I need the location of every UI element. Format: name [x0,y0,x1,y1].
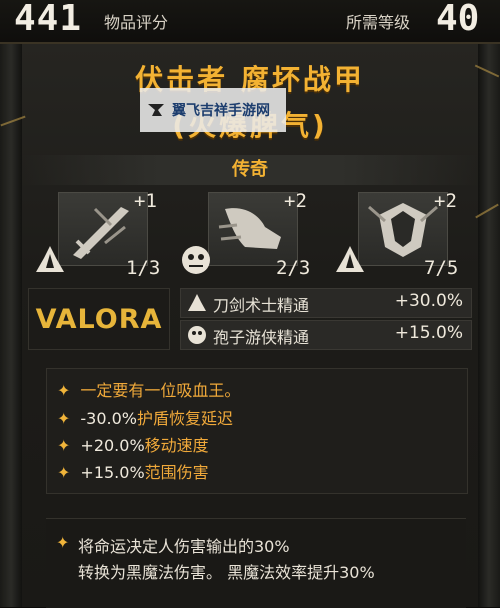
description-box: ✦ 将命运决定人伤害输出的30% 转换为黑魔法伤害。 黑魔法效率提升30% [46,518,466,608]
mastery-value: +30.0% [394,291,463,311]
stat-text: 移动速度 [144,436,209,455]
description-line-2: 转换为黑魔法伤害。 黑魔法效率提升30% [78,563,375,582]
stat-line: ✦ 一定要有一位吸血王。 [57,377,240,401]
star-bullet-icon: ✦ [57,409,71,428]
stat-text: 范围伤害 [144,463,209,482]
watermark: 翼飞吉祥手游网 [140,88,286,132]
blade-class-icon [188,294,206,311]
item-rarity: 传奇 [232,159,268,180]
watermark-text: 翼飞吉祥手游网 [172,103,270,119]
set-slot-1-bonus: +1 [134,190,157,212]
required-level: 40 [436,0,480,39]
mastery-row: 孢子游侠精通 +15.0% [180,320,472,350]
stat-text: 护盾恢复延迟 [137,409,234,428]
mastery-name: 孢子游侠精通 [213,328,310,347]
star-bullet-icon: ✦ [57,436,71,455]
description-line-1: 将命运决定人伤害输出的30% [78,537,290,556]
star-bullet-icon: ✦ [57,381,71,400]
brand-logo: VALORA [35,303,163,335]
item-score-label: 物品评分 [104,13,169,32]
sword-skill-icon [73,207,129,259]
rarity-band: 传奇 [22,155,478,185]
item-score: 441 [14,0,83,39]
set-slot-2-progress: 2/3 [276,257,311,279]
stat-text: 一定要有一位吸血王。 [80,381,241,400]
spore-class-icon [182,246,210,274]
set-slot-1-progress: 1/3 [126,257,161,279]
spore-class-icon [188,326,206,344]
dash-boot-skill-icon [218,208,281,249]
star-bullet-icon: ✦ [56,533,70,552]
shield-burst-skill-icon [368,203,438,257]
stat-value: -30.0% [80,409,138,428]
stat-line: ✦ -30.0%护盾恢复延迟 [57,405,233,429]
watermark-logo-icon [148,104,164,116]
mastery-row: 刀剑术士精通 +30.0% [180,288,472,318]
stat-line: ✦ +20.0%移动速度 [57,432,209,456]
tooltip-header: 441 物品评分 所需等级 40 [0,0,500,44]
set-slot-3-progress: 7/5 [424,257,459,279]
stat-value: +20.0% [80,436,145,455]
stats-box: ✦ 一定要有一位吸血王。 ✦ -30.0%护盾恢复延迟 ✦ +20.0%移动速度 ✦ +… [46,368,468,494]
stat-line: ✦ +15.0%范围伤害 [57,459,209,483]
blade-class-icon [36,246,64,272]
set-slot-2-bonus: +2 [284,190,307,212]
mastery-name: 刀剑术士精通 [213,296,310,315]
mastery-value: +15.0% [394,323,463,343]
set-slot-3-bonus: +2 [434,190,457,212]
blade-class-icon [336,246,364,272]
stat-value: +15.0% [80,463,145,482]
required-level-label: 所需等级 [346,13,411,32]
brand-logo-box: VALORA [28,288,170,350]
star-bullet-icon: ✦ [57,463,71,482]
